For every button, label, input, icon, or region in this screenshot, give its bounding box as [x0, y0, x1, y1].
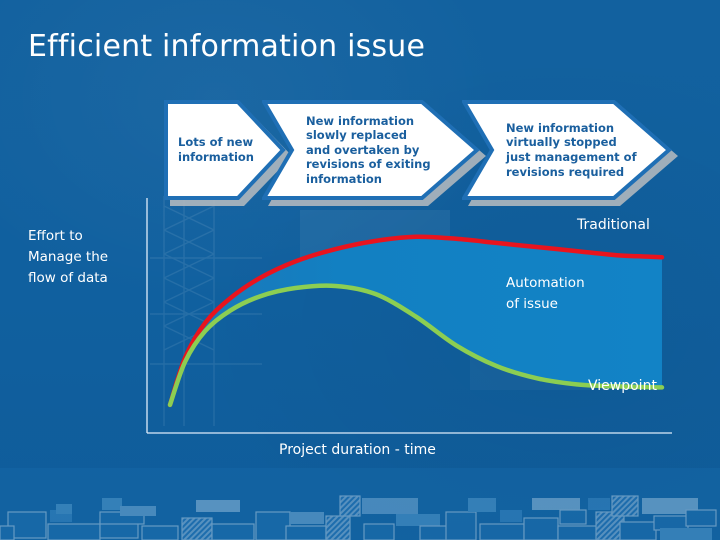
slide: Efficient information issue Lots of new …	[0, 0, 720, 540]
automation-label: Automation of issue	[506, 275, 585, 312]
y-axis-label: Effort to Manage the flow of data	[28, 228, 109, 286]
traditional-label: Traditional	[577, 217, 650, 233]
slide-title: Efficient information issue	[28, 29, 426, 64]
x-axis-label: Project duration - time	[279, 442, 436, 458]
tower-watermark	[150, 196, 262, 426]
viewpoint-label: Viewpoint	[588, 378, 657, 394]
process-step-1-label: Lots of new information	[178, 135, 254, 164]
panel-watermark-a	[300, 210, 450, 270]
decorative-band	[0, 468, 720, 540]
